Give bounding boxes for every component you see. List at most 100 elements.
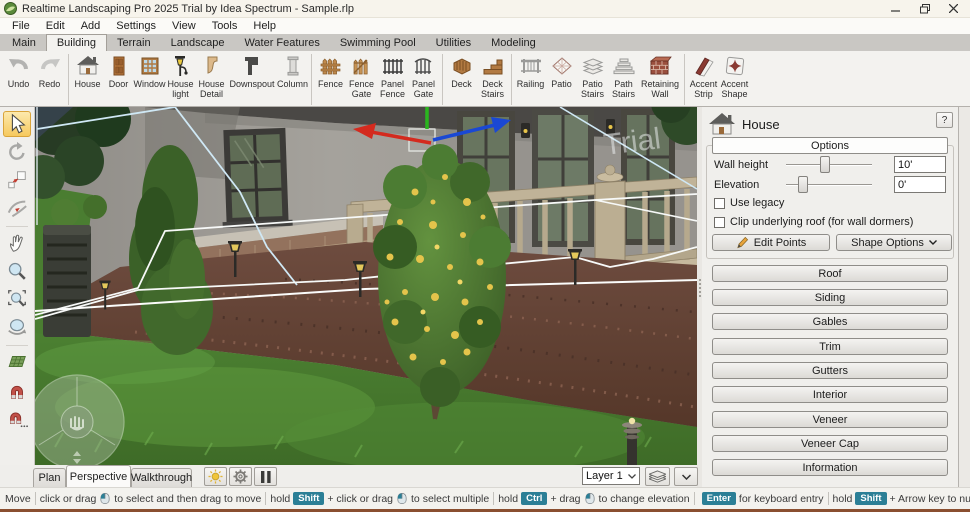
building-toolbar: Undo Redo House Door Window House light … [0, 51, 970, 107]
chevron-down-icon [929, 240, 937, 245]
menu-file[interactable]: File [4, 19, 38, 33]
gutters-button[interactable]: Gutters [712, 362, 948, 379]
wall-height-slider[interactable] [786, 156, 872, 173]
tab-modeling[interactable]: Modeling [481, 34, 546, 51]
plan-view-tab[interactable]: Plan [33, 468, 66, 487]
panel-title: House [742, 117, 780, 132]
interior-button[interactable]: Interior [712, 386, 948, 403]
tab-water-features[interactable]: Water Features [234, 34, 329, 51]
mouse-icon [584, 492, 596, 505]
tab-terrain[interactable]: Terrain [107, 34, 161, 51]
grid-tool[interactable] [3, 349, 31, 375]
tab-main[interactable]: Main [2, 34, 46, 51]
wall-height-input[interactable] [894, 156, 946, 173]
column-button[interactable]: Column [277, 53, 308, 89]
edit-points-button[interactable]: Edit Points [712, 234, 830, 251]
walkthrough-view-tab[interactable]: Walkthrough [131, 468, 192, 487]
window-icon [138, 54, 162, 78]
zoom-tool[interactable] [3, 258, 31, 284]
fence-button[interactable]: Fence [315, 53, 346, 89]
tab-utilities[interactable]: Utilities [426, 34, 481, 51]
options-button[interactable]: Options [712, 137, 948, 154]
railing-button[interactable]: Railing [515, 53, 546, 89]
information-button[interactable]: Information [712, 459, 948, 476]
snap-tool[interactable] [3, 377, 31, 403]
perspective-view-tab[interactable]: Perspective [66, 465, 131, 487]
house-button[interactable]: House [72, 53, 103, 89]
compost-bin [43, 225, 91, 337]
menu-settings[interactable]: Settings [108, 19, 164, 33]
tab-building[interactable]: Building [46, 34, 107, 51]
tool-separator [6, 345, 28, 346]
door-icon [107, 54, 131, 78]
close-button[interactable] [939, 0, 968, 17]
app-logo-icon [4, 2, 17, 15]
menu-add[interactable]: Add [73, 19, 109, 33]
orbit-view-tool[interactable] [3, 314, 31, 340]
restore-icon [920, 4, 930, 14]
navigation-wheel[interactable] [35, 375, 124, 465]
panel-fence-button[interactable]: Panel Fence [377, 53, 408, 99]
elevation-slider-thumb[interactable] [798, 176, 808, 193]
window-title: Realtime Landscaping Pro 2025 Trial by I… [22, 3, 354, 15]
use-legacy-checkbox[interactable] [714, 198, 725, 209]
fence-gate-icon [350, 54, 374, 78]
roof-button[interactable]: Roof [712, 265, 948, 282]
snap-options-tool[interactable] [3, 405, 31, 431]
menu-edit[interactable]: Edit [38, 19, 73, 33]
edit-curve-tool[interactable] [3, 195, 31, 221]
minimize-button[interactable] [881, 0, 910, 17]
toolbar-separator [511, 54, 512, 105]
clip-roof-checkbox[interactable] [714, 217, 725, 228]
tab-swimming-pool[interactable]: Swimming Pool [330, 34, 426, 51]
view-settings-button[interactable] [229, 467, 252, 486]
accent-shape-button[interactable]: Accent Shape [719, 53, 750, 99]
veneer-button[interactable]: Veneer [712, 411, 948, 428]
menu-help[interactable]: Help [245, 19, 284, 33]
panel-gate-button[interactable]: Panel Gate [408, 53, 439, 99]
menu-tools[interactable]: Tools [204, 19, 246, 33]
redo-button[interactable]: Redo [34, 53, 65, 89]
path-stairs-button[interactable]: Path Stairs [608, 53, 639, 99]
elevation-slider[interactable] [786, 176, 872, 193]
elevation-input[interactable] [894, 176, 946, 193]
status-bar: Move click or drag to select and then dr… [0, 487, 970, 512]
menu-bar: File Edit Add Settings View Tools Help [0, 18, 970, 34]
veneer-cap-button[interactable]: Veneer Cap [712, 435, 948, 452]
deck-button[interactable]: Deck [446, 53, 477, 89]
patio-stairs-button[interactable]: Patio Stairs [577, 53, 608, 99]
scale-tool[interactable] [3, 167, 31, 193]
zoom-region-tool[interactable] [3, 286, 31, 312]
accent-strip-button[interactable]: Accent Strip [688, 53, 719, 99]
retaining-wall-button[interactable]: Retaining Wall [639, 53, 681, 99]
sun-lighting-button[interactable] [204, 467, 227, 486]
house-light-button[interactable]: House light [165, 53, 196, 99]
pause-button[interactable] [254, 467, 277, 486]
fence-gate-button[interactable]: Fence Gate [346, 53, 377, 99]
patio-button[interactable]: Patio [546, 53, 577, 89]
deck-stairs-icon [481, 54, 505, 78]
trim-button[interactable]: Trim [712, 338, 948, 355]
layer-options-button[interactable] [674, 467, 698, 486]
wall-height-slider-thumb[interactable] [820, 156, 830, 173]
pan-tool[interactable] [3, 230, 31, 256]
door-button[interactable]: Door [103, 53, 134, 89]
viewport-3d[interactable]: Trial [35, 107, 697, 465]
deck-stairs-button[interactable]: Deck Stairs [477, 53, 508, 99]
window-button[interactable]: Window [134, 53, 165, 89]
select-tool[interactable] [3, 111, 31, 137]
shape-options-button[interactable]: Shape Options [836, 234, 952, 251]
tab-landscape[interactable]: Landscape [161, 34, 235, 51]
rotate-tool[interactable] [3, 139, 31, 165]
layers-button[interactable] [645, 467, 670, 486]
undo-button[interactable]: Undo [3, 53, 34, 89]
menu-view[interactable]: View [164, 19, 204, 33]
house-detail-button[interactable]: House Detail [196, 53, 227, 99]
gables-button[interactable]: Gables [712, 313, 948, 330]
maximize-button[interactable] [910, 0, 939, 17]
layer-select[interactable]: Layer 1 [582, 467, 640, 485]
siding-button[interactable]: Siding [712, 289, 948, 306]
downspout-button[interactable]: Downspout [227, 53, 277, 89]
title-bar[interactable]: Realtime Landscaping Pro 2025 Trial by I… [0, 0, 970, 18]
help-button[interactable]: ? [936, 112, 953, 128]
